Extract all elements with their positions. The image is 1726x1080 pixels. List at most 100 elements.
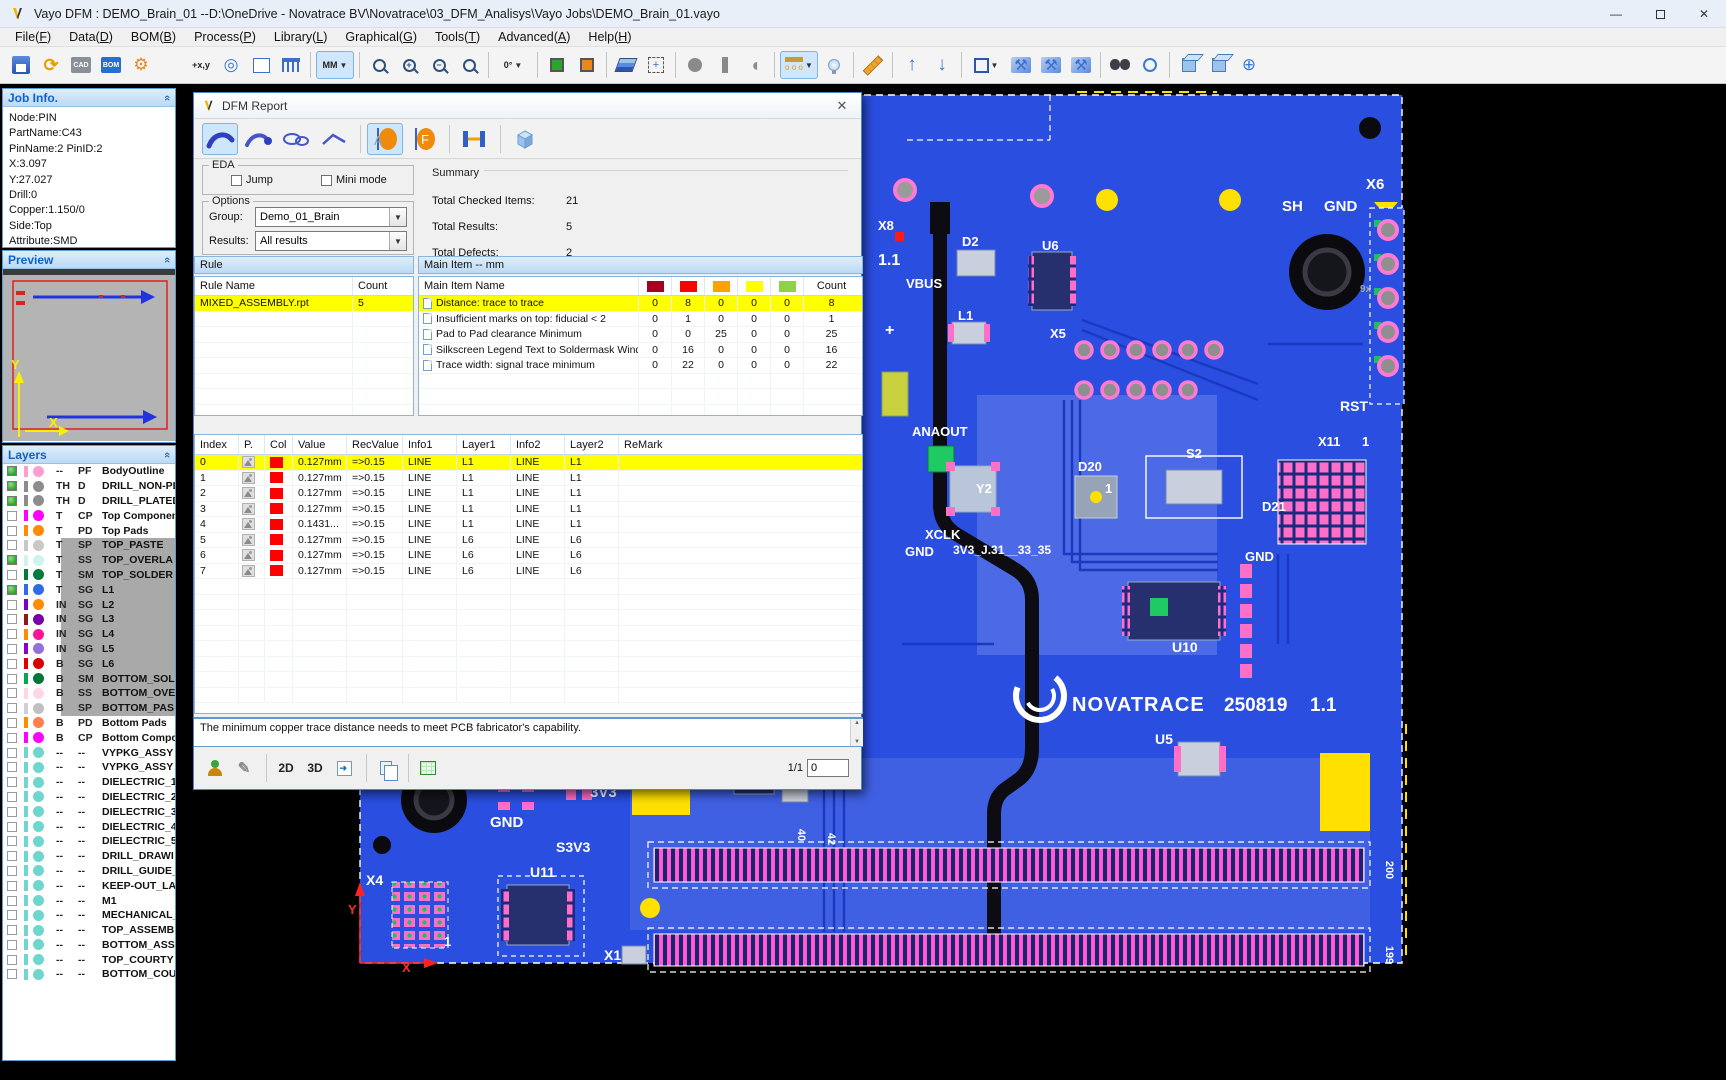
binoculars-icon[interactable]	[1106, 51, 1134, 79]
grid-table-icon[interactable]	[247, 51, 275, 79]
layer-row-top-pads[interactable]: TPDTop Pads	[3, 523, 175, 538]
collapse-chevron-icon[interactable]: «	[161, 94, 173, 100]
severity-column-header[interactable]	[639, 277, 672, 295]
layer-visibility-checkbox[interactable]	[7, 969, 17, 979]
close-button[interactable]: ✕	[1682, 0, 1726, 28]
layer-row-l3[interactable]: INSGL3	[3, 612, 175, 627]
minimize-button[interactable]: —	[1594, 0, 1638, 28]
layer-visibility-checkbox[interactable]	[7, 807, 17, 817]
layer-row-dielectric_3[interactable]: ----DIELECTRIC_3	[3, 804, 175, 819]
layer-row-drill_drawi[interactable]: ----DRILL_DRAWI	[3, 849, 175, 864]
marker-a-icon[interactable]: A	[367, 123, 403, 155]
maximize-button[interactable]	[1638, 0, 1682, 28]
layer-row-top_overla[interactable]: TSSTOP_OVERLA	[3, 553, 175, 568]
zoom-window-icon[interactable]	[455, 51, 483, 79]
layer-row-vypkg_assy[interactable]: ----VYPKG_ASSY	[3, 760, 175, 775]
severity-column-header[interactable]	[738, 277, 771, 295]
layer-visibility-checkbox[interactable]	[7, 940, 17, 950]
layer-visibility-checkbox[interactable]	[7, 555, 17, 565]
dialog-close-icon[interactable]: ✕	[831, 97, 853, 115]
group-dropdown-arrow-icon[interactable]: ▼	[389, 208, 406, 226]
menu-libraryl[interactable]: Library(L)	[265, 29, 337, 45]
picture-icon[interactable]	[242, 565, 255, 577]
pad-poly-icon[interactable]: ◖	[741, 51, 769, 79]
layer-row-top_paste[interactable]: TSPTOP_PASTE	[3, 538, 175, 553]
severity-column-header[interactable]	[705, 277, 738, 295]
report-user-button[interactable]	[202, 755, 228, 781]
layer-row-mechanical_[interactable]: ----MECHANICAL_	[3, 908, 175, 923]
menu-bomb[interactable]: BOM(B)	[122, 29, 185, 45]
collapse-chevron-icon[interactable]: «	[161, 256, 173, 262]
layer-visibility-checkbox[interactable]	[7, 851, 17, 861]
detail-column-header-remark[interactable]: ReMark	[619, 435, 862, 454]
layer-row-drill_guide_[interactable]: ----DRILL_GUIDE_	[3, 864, 175, 879]
status-scrollbar[interactable]: ▲▼	[850, 719, 863, 746]
menu-filef[interactable]: File(F)	[6, 29, 60, 45]
layer-row-dielectric_1[interactable]: ----DIELECTRIC_1	[3, 775, 175, 790]
layer-row-drill_non-pl[interactable]: THDDRILL_NON-PL	[3, 479, 175, 494]
ruler-icon[interactable]	[859, 51, 887, 79]
compass-ring-icon[interactable]	[1136, 51, 1164, 79]
menu-graphicalg[interactable]: Graphical(G)	[336, 29, 426, 45]
group-dropdown[interactable]: Demo_01_Brain ▼	[255, 207, 407, 227]
results-dropdown[interactable]: All results ▼	[255, 231, 407, 251]
main-item-count-column-header[interactable]: Count	[804, 277, 859, 295]
zoom-out-icon[interactable]: −	[425, 51, 453, 79]
layer-row-vypkg_assy[interactable]: ----VYPKG_ASSY	[3, 745, 175, 760]
layer-visibility-checkbox[interactable]	[7, 688, 17, 698]
detail-row[interactable]: 50.127mm=>0.15LINEL6LINEL6	[195, 533, 862, 549]
layer-row-bodyoutline[interactable]: --PFBodyOutline	[3, 464, 175, 479]
gears-icon[interactable]: ⚙	[127, 51, 155, 79]
layer-visibility-checkbox[interactable]	[7, 659, 17, 669]
page-input[interactable]	[807, 759, 849, 777]
main-item-row[interactable]: Silkscreen Legend Text to Soldermask Win…	[419, 343, 862, 359]
layer-row-bottom_ove[interactable]: BSSBOTTOM_OVE	[3, 686, 175, 701]
picture-icon[interactable]	[242, 549, 255, 561]
layer-visibility-checkbox[interactable]	[7, 881, 17, 891]
main-item-row[interactable]: Insufficient marks on top: fiducial < 20…	[419, 312, 862, 328]
wrench-part-icon[interactable]: ⚒	[1067, 51, 1095, 79]
layer-visibility-checkbox[interactable]	[7, 896, 17, 906]
detail-column-header-info1[interactable]: Info1	[403, 435, 457, 454]
layer-visibility-checkbox[interactable]	[7, 836, 17, 846]
layer-visibility-checkbox[interactable]	[7, 526, 17, 536]
picture-icon[interactable]	[242, 487, 255, 499]
layer-visibility-checkbox[interactable]	[7, 910, 17, 920]
layer-visibility-checkbox[interactable]	[7, 585, 17, 595]
main-item-row[interactable]: Trace width: signal trace minimum0220002…	[419, 358, 862, 374]
layer-row-l6[interactable]: BSGL6	[3, 656, 175, 671]
layer-row-top_courty[interactable]: ----TOP_COURTY	[3, 952, 175, 967]
detail-column-header-p[interactable]: P.	[239, 435, 265, 454]
detail-row[interactable]: 00.127mm=>0.15LINEL1LINEL1	[195, 455, 862, 471]
menu-helph[interactable]: Help(H)	[579, 29, 640, 45]
collapse-chevron-icon[interactable]: «	[161, 451, 173, 457]
layers-header[interactable]: Layers «	[3, 446, 175, 464]
pin-header-icon[interactable]: ▼	[780, 51, 818, 79]
layer-visibility-checkbox[interactable]	[7, 866, 17, 876]
rule-count-column-header[interactable]: Count	[353, 277, 413, 295]
detail-row[interactable]: 30.127mm=>0.15LINEL1LINEL1	[195, 502, 862, 518]
detail-row[interactable]: 70.127mm=>0.15LINEL6LINEL6	[195, 564, 862, 580]
table-button[interactable]	[415, 755, 441, 781]
pad-bar-icon[interactable]	[711, 51, 739, 79]
detail-column-header-value[interactable]: Value	[293, 435, 347, 454]
picture-icon[interactable]	[242, 534, 255, 546]
layer-visibility-checkbox[interactable]	[7, 674, 17, 684]
cube-3d-icon[interactable]	[1175, 51, 1203, 79]
detail-column-header-info2[interactable]: Info2	[511, 435, 565, 454]
layer-row-bottom_ass[interactable]: ----BOTTOM_ASS	[3, 938, 175, 953]
bend-line-icon[interactable]	[316, 123, 352, 155]
coordinate-xy-icon[interactable]: +x,y	[187, 51, 215, 79]
cube-3d-icon[interactable]	[507, 123, 543, 155]
detail-column-header-layer2[interactable]: Layer2	[565, 435, 619, 454]
detail-row[interactable]: 60.127mm=>0.15LINEL6LINEL6	[195, 548, 862, 564]
layer-visibility-checkbox[interactable]	[7, 762, 17, 772]
picture-icon[interactable]	[242, 456, 255, 468]
layer-visibility-checkbox[interactable]	[7, 733, 17, 743]
preview-canvas[interactable]: Y X	[3, 269, 175, 441]
layer-stack-icon[interactable]	[612, 51, 640, 79]
layer-row-drill_plated[interactable]: THDDRILL_PLATED	[3, 494, 175, 509]
bulb-icon[interactable]	[820, 51, 848, 79]
export-button[interactable]	[331, 755, 357, 781]
zoom-icon[interactable]	[365, 51, 393, 79]
